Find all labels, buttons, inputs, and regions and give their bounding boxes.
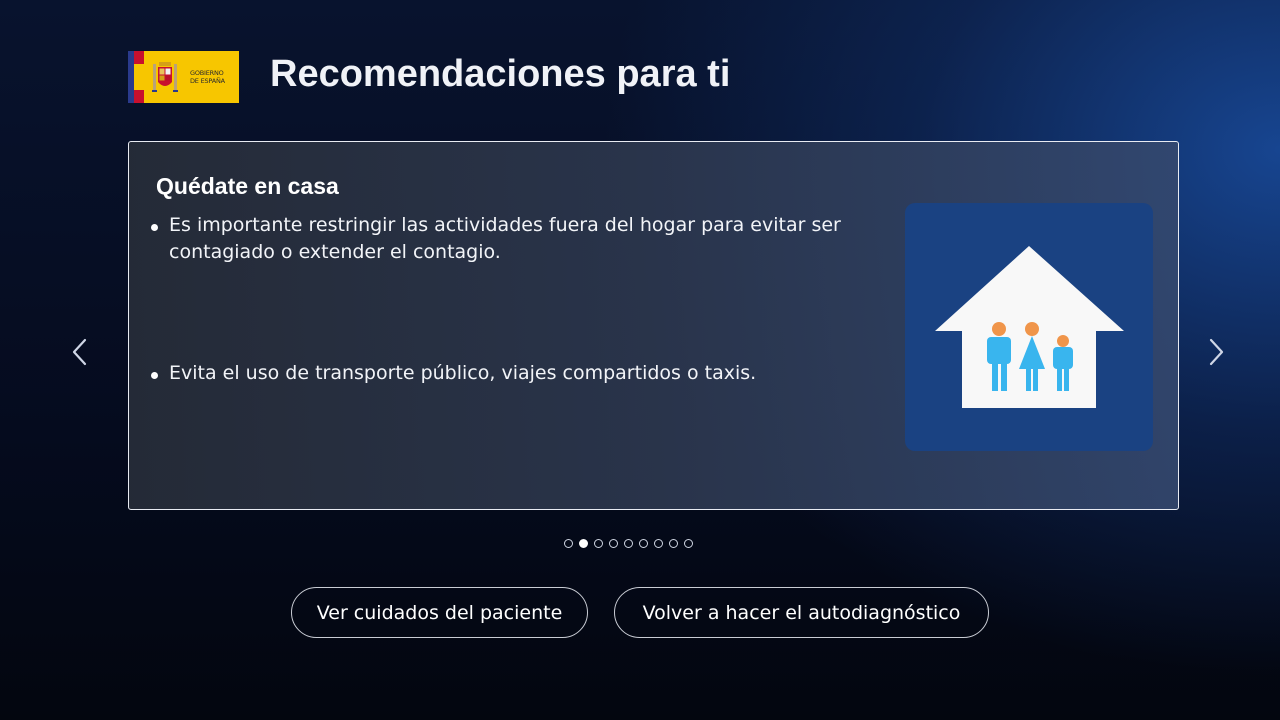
carousel-dot-7[interactable] — [654, 539, 663, 548]
list-item: Evita el uso de transporte público, viaj… — [151, 360, 871, 387]
logo-text: GOBIERNO DE ESPAÑA — [190, 69, 225, 85]
card-title: Quédate en casa — [156, 173, 339, 199]
house-family-icon — [935, 246, 1124, 408]
carousel-dot-5[interactable] — [624, 539, 633, 548]
illustration-panel — [905, 203, 1153, 451]
chevron-right-icon — [1209, 338, 1224, 366]
carousel-dot-3[interactable] — [594, 539, 603, 548]
logo-text-line-1: GOBIERNO — [190, 69, 224, 77]
redo-self-diagnosis-button[interactable]: Volver a hacer el autodiagnóstico — [614, 587, 989, 638]
coat-of-arms-icon — [152, 62, 178, 92]
carousel-dot-2-active[interactable] — [579, 539, 588, 548]
next-slide-button[interactable] — [1201, 336, 1231, 368]
prev-slide-button[interactable] — [66, 336, 96, 368]
carousel-dot-6[interactable] — [639, 539, 648, 548]
logo-yellow-field: GOBIERNO DE ESPAÑA — [144, 51, 239, 103]
carousel-dot-8[interactable] — [669, 539, 678, 548]
recommendation-list: Es importante restringir las actividades… — [151, 212, 871, 387]
recommendation-card: Quédate en casa Es importante restringir… — [128, 141, 1179, 510]
page-title: Recomendaciones para ti — [270, 53, 731, 95]
list-item: Es importante restringir las actividades… — [151, 212, 871, 266]
carousel-dot-9[interactable] — [684, 539, 693, 548]
carousel-pagination — [564, 539, 693, 548]
carousel-dot-4[interactable] — [609, 539, 618, 548]
carousel-dot-1[interactable] — [564, 539, 573, 548]
gobierno-espana-logo: GOBIERNO DE ESPAÑA — [128, 51, 239, 103]
logo-flag-stripe — [134, 51, 144, 103]
chevron-left-icon — [72, 338, 87, 366]
logo-text-line-2: DE ESPAÑA — [190, 77, 225, 85]
patient-care-button[interactable]: Ver cuidados del paciente — [291, 587, 588, 638]
